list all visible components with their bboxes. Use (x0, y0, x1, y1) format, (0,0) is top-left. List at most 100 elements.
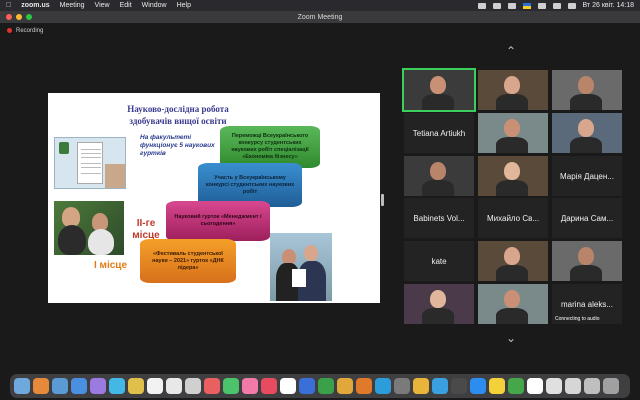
participant-video (570, 137, 602, 153)
participant-tile[interactable] (402, 68, 476, 112)
participant-tile[interactable] (478, 284, 548, 324)
split-view-handle[interactable] (381, 194, 384, 206)
menu-window[interactable]: Window (142, 2, 167, 9)
dock-app-icon[interactable] (185, 378, 201, 394)
dock-app-icon[interactable] (147, 378, 163, 394)
menu-app-name[interactable]: zoom.us (21, 2, 49, 9)
dock-app-icon[interactable] (318, 378, 334, 394)
recording-label: Recording (16, 27, 44, 34)
dock-app-icon[interactable] (565, 378, 581, 394)
dock-app-icon[interactable] (299, 378, 315, 394)
wifi-icon[interactable] (537, 2, 546, 9)
dock-app-icon[interactable] (52, 378, 68, 394)
participant-name: Babinets Vol... (413, 213, 465, 223)
close-window-button[interactable] (6, 14, 12, 20)
dock-app-icon[interactable] (166, 378, 182, 394)
participant-video (430, 76, 446, 94)
participant-tile[interactable]: kate (404, 241, 474, 281)
keyboard-layout-flag-icon[interactable] (522, 2, 531, 9)
menu-meeting[interactable]: Meeting (60, 2, 85, 9)
participant-tile[interactable]: Михайло Св... (478, 198, 548, 238)
participant-tile[interactable] (552, 70, 622, 110)
clock[interactable]: Вт 26 квіт. 14:18 (583, 2, 635, 9)
menu-view[interactable]: View (95, 2, 110, 9)
participant-video (496, 94, 528, 110)
dock-app-icon[interactable] (508, 378, 524, 394)
recording-indicator[interactable]: Recording (0, 23, 640, 38)
participant-video (578, 247, 594, 265)
dock-app-icon[interactable] (470, 378, 486, 394)
participant-name: Марія Дацен... (560, 171, 614, 181)
control-center-icon[interactable] (567, 2, 576, 9)
dock-app-icon[interactable] (204, 378, 220, 394)
faculty-note: На факультеті функціонує 5 наукових гурт… (140, 134, 215, 157)
participant-video (430, 290, 446, 308)
participant-tile[interactable]: Марія Дацен... (552, 156, 622, 196)
participant-tile[interactable]: Babinets Vol... (404, 198, 474, 238)
dock-app-icon[interactable] (71, 378, 87, 394)
participant-video (422, 94, 454, 110)
dock-app-icon[interactable] (90, 378, 106, 394)
document-photo (54, 137, 126, 189)
dock-app-icon[interactable] (489, 378, 505, 394)
menu-help[interactable]: Help (177, 2, 191, 9)
participant-video (570, 94, 602, 110)
macos-dock (10, 374, 630, 398)
dock-app-icon[interactable] (527, 378, 543, 394)
dock-app-icon[interactable] (128, 378, 144, 394)
dock-app-icon[interactable] (109, 378, 125, 394)
dock-app-icon[interactable] (261, 378, 277, 394)
dock-app-icon[interactable] (584, 378, 600, 394)
participant-tile[interactable] (478, 113, 548, 153)
search-icon[interactable] (552, 2, 561, 9)
dock-app-icon[interactable] (375, 378, 391, 394)
participant-name: Михайло Св... (486, 213, 540, 223)
slide-title: Науково-дослідна робота здобувачів вищої… (127, 104, 229, 126)
dock-app-icon[interactable] (242, 378, 258, 394)
participant-video (496, 265, 528, 281)
apple-icon[interactable]:  (6, 2, 11, 9)
dock-app-icon[interactable] (546, 378, 562, 394)
gallery-next-page-icon[interactable]: ⌄ (506, 332, 516, 344)
participant-tile[interactable] (404, 156, 474, 196)
dock-app-icon[interactable] (223, 378, 239, 394)
participant-video (504, 162, 520, 180)
participant-video (504, 119, 520, 137)
participant-video (578, 76, 594, 94)
participant-tile[interactable] (552, 241, 622, 281)
record-dot-icon (7, 28, 12, 33)
dock-app-icon[interactable] (603, 378, 619, 394)
gallery-previous-page-icon[interactable]: ⌃ (506, 45, 516, 57)
participant-video (496, 308, 528, 324)
participant-tile[interactable] (552, 113, 622, 153)
dock-app-icon[interactable] (14, 378, 30, 394)
participant-tile[interactable]: Tetiana Artiukh (404, 113, 474, 153)
dock-app-icon[interactable] (337, 378, 353, 394)
battery-icon[interactable] (507, 2, 516, 9)
participant-tile[interactable] (478, 70, 548, 110)
dock-app-icon[interactable] (451, 378, 467, 394)
dock-app-icon[interactable] (356, 378, 372, 394)
dock-app-icon[interactable] (413, 378, 429, 394)
menu-edit[interactable]: Edit (120, 2, 132, 9)
dock-app-icon[interactable] (432, 378, 448, 394)
shared-screen: Науково-дослідна робота здобувачів вищої… (48, 93, 380, 303)
zoom-window-button[interactable] (26, 14, 32, 20)
dock-app-icon[interactable] (280, 378, 296, 394)
participant-tile[interactable]: marina aleks... Connecting to audio (552, 284, 622, 324)
status-icon[interactable] (492, 2, 501, 9)
dock-app-icon[interactable] (394, 378, 410, 394)
participant-tile[interactable] (478, 156, 548, 196)
participant-status: Connecting to audio (555, 316, 600, 322)
status-icon[interactable] (477, 2, 486, 9)
participant-name: Дарина Сам... (560, 213, 614, 223)
participant-video (496, 137, 528, 153)
participant-tile[interactable]: Дарина Сам... (552, 198, 622, 238)
menu-bar:  zoom.us Meeting View Edit Window Help … (0, 0, 640, 11)
participant-tile[interactable] (478, 241, 548, 281)
dock-app-icon[interactable] (33, 378, 49, 394)
minimize-window-button[interactable] (16, 14, 22, 20)
participant-video (422, 308, 454, 324)
participant-tile[interactable] (404, 284, 474, 324)
participant-video (496, 180, 528, 196)
